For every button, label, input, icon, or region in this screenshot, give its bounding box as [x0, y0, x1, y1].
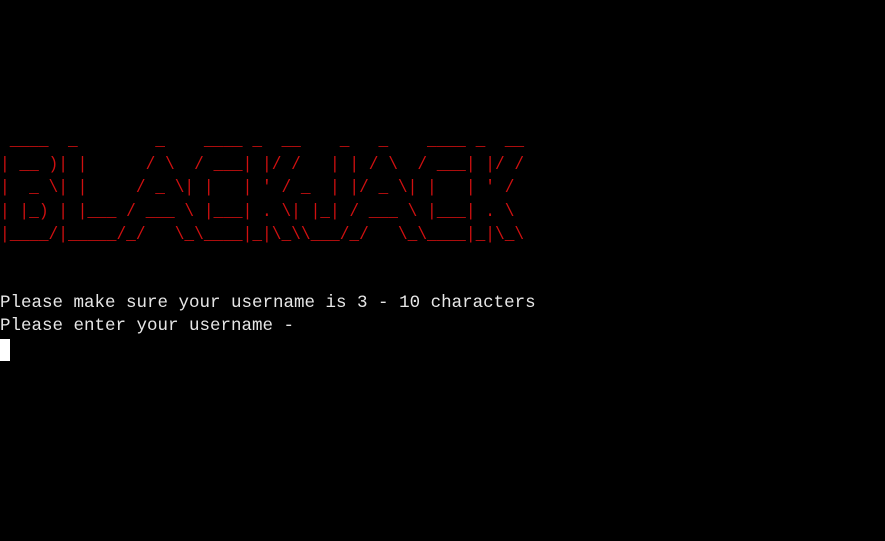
text-cursor[interactable] [0, 339, 10, 361]
username-prompt: Please enter your username - [0, 316, 305, 336]
blackjack-ascii-banner: ____ _ _ ____ _ __ _ _ ____ _ __ | __ )|… [0, 132, 525, 245]
username-length-notice: Please make sure your username is 3 - 10… [0, 293, 536, 313]
terminal-window[interactable]: ____ _ _ ____ _ __ _ _ ____ _ __ | __ )|… [0, 0, 885, 541]
